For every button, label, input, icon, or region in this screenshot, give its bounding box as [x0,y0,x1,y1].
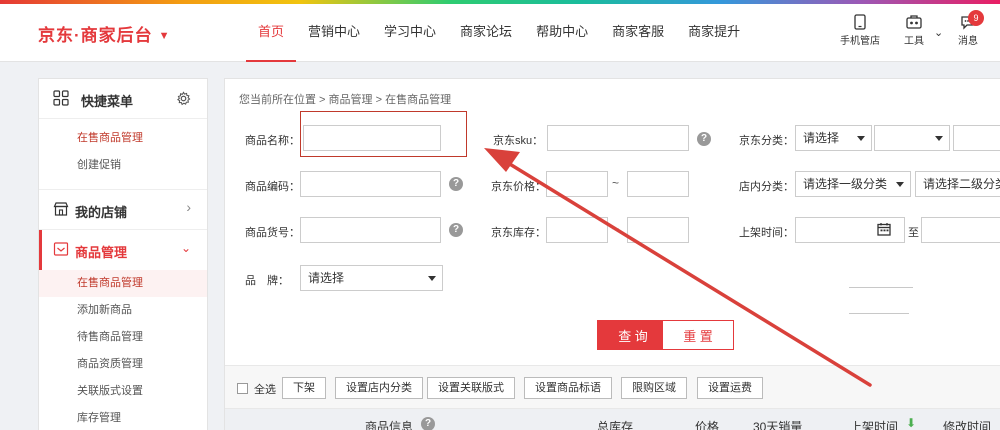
annotation-highlight-box [300,111,467,157]
set-freight-button[interactable]: 设置运费 [697,377,763,399]
jd-category-select-2[interactable] [874,125,950,151]
jd-sku-label: 京东sku： [493,135,544,147]
code-help-icon[interactable]: ? [449,177,463,191]
item-no-label: 商品货号： [245,227,300,239]
my-shop-menu[interactable]: 我的店铺 › [39,190,207,230]
breadcrumb: 您当前所在位置 > 商品管理 > 在售商品管理 [239,94,452,106]
jd-price-label: 京东价格： [491,181,546,193]
sidebar-item-layout[interactable]: 关联版式设置 [39,378,207,405]
caret-down-icon: ▼ [158,30,171,42]
jd-sku-input[interactable] [547,125,689,151]
table-header: 商品信息 ? 总库存 价格 30天销量 上架时间 ⬇ 修改时间 [225,409,1000,430]
nav-service[interactable]: 商家客服 [600,4,676,62]
shelf-time-label: 上架时间： [739,227,794,239]
set-slogan-button[interactable]: 设置商品标语 [524,377,612,399]
decorative-line [849,313,909,314]
stock-max-input[interactable] [627,217,689,243]
jd-category-select-3[interactable] [953,125,1000,151]
sidebar-item-on-sale[interactable]: 在售商品管理 [39,270,207,297]
th-price[interactable]: 价格 [695,418,719,430]
th-total-stock[interactable]: 总库存 [597,418,633,430]
set-shop-category-button[interactable]: 设置店内分类 [335,377,423,399]
message-count-badge: 9 [968,10,984,26]
goods-code-label: 商品编码： [245,181,300,193]
select-all-checkbox[interactable] [237,383,248,394]
sidebar-item-add-goods[interactable]: 添加新商品 [39,297,207,324]
goods-info-help-icon[interactable]: ? [421,417,435,430]
nav-help[interactable]: 帮助中心 [524,4,600,62]
main-panel: 您当前所在位置 > 商品管理 > 在售商品管理 商品名称： 京东sku： ? 京… [224,78,1000,430]
sidebar-item-qualification[interactable]: 商品资质管理 [39,351,207,378]
set-layout-button[interactable]: 设置关联版式 [427,377,515,399]
tools-chevron-down-icon[interactable]: ⌄ [934,26,943,39]
quick-link-promotion[interactable]: 创建促销 [39,152,207,179]
shop-category-select-2[interactable]: 请选择二级分类 [915,171,1000,197]
calendar-icon[interactable] [877,222,891,236]
jd-merchant-logo[interactable]: 京东·商家后台 ▼ [38,21,171,46]
nav-improve[interactable]: 商家提升 [676,4,752,62]
brand-label: 品 牌： [245,275,289,287]
stock-min-input[interactable] [546,217,608,243]
to-label: 至 [908,227,919,239]
price-min-input[interactable] [546,171,608,197]
sidebar-item-stock[interactable]: 库存管理 [39,405,207,430]
th-shelf-time[interactable]: 上架时间 [850,418,898,430]
top-bar: 京东·商家后台 ▼ 首页 营销中心 学习中心 商家论坛 帮助中心 商家客服 商家提… [0,4,1000,62]
th-goods-info: 商品信息 [365,420,414,430]
dropdown-arrow-icon [935,136,943,141]
dropdown-arrow-icon [428,276,436,281]
mobile-shop-tool[interactable]: 手机管店 [840,14,880,47]
shop-category-select-1[interactable]: 请选择一级分类 [795,171,911,197]
select-all-label: 全选 [254,384,276,396]
chevron-down-icon: ⌄ [180,241,191,255]
my-shop-label: 我的店铺 [75,205,128,220]
nav-marketing[interactable]: 营销中心 [296,4,372,62]
main-nav: 首页 营销中心 学习中心 商家论坛 帮助中心 商家客服 商家提升 [246,4,752,62]
gear-icon[interactable] [176,91,191,106]
quick-link-on-sale[interactable]: 在售商品管理 [39,125,207,152]
quick-menu-title: 快捷菜单 [81,94,134,109]
shop-category-label: 店内分类： [739,181,794,193]
jd-category-label: 京东分类： [739,135,794,147]
toolbox-icon [906,15,922,29]
phone-icon [854,14,866,30]
messages-tool[interactable]: 消息 9 [958,10,984,47]
goods-mgmt-menu[interactable]: 商品管理 ⌄ [39,230,207,270]
item-no-help-icon[interactable]: ? [449,223,463,237]
goods-icon [53,242,69,256]
price-range-separator: ~ [612,176,620,190]
jd-stock-label: 京东库存： [491,227,546,239]
nav-forum[interactable]: 商家论坛 [448,4,524,62]
goods-code-input[interactable] [300,171,441,197]
goods-name-label: 商品名称： [245,135,300,147]
sku-help-icon[interactable]: ? [697,132,711,146]
decorative-line [849,287,913,288]
sort-down-arrow-icon[interactable]: ⬇ [906,416,916,430]
quick-menu-header: 快捷菜单 [39,79,207,119]
goods-mgmt-label: 商品管理 [75,245,128,260]
dropdown-arrow-icon [857,136,865,141]
left-sidebar: 快捷菜单 在售商品管理 创建促销 我的店铺 › 商品管理 ⌄ 在售商品管理 添加… [38,78,208,430]
tools-menu[interactable]: 工具 [904,14,924,47]
th-modify-time[interactable]: 修改时间 [943,418,991,430]
brand-select[interactable]: 请选择 [300,265,443,291]
query-button[interactable]: 查 询 [597,320,669,350]
chevron-right-icon: › [186,199,191,215]
offshelf-button[interactable]: 下架 [282,377,326,399]
nav-learning[interactable]: 学习中心 [372,4,448,62]
reset-button[interactable]: 重 置 [662,320,734,350]
sidebar-item-pending-sale[interactable]: 待售商品管理 [39,324,207,351]
stock-range-separator: ~ [612,222,620,236]
th-sales-30d[interactable]: 30天销量 [753,418,802,430]
item-no-input[interactable] [300,217,441,243]
dropdown-arrow-icon [896,182,904,187]
shop-icon [53,202,69,216]
nav-home[interactable]: 首页 [246,4,297,62]
shelf-time-end-input[interactable] [921,217,1000,243]
purchase-limit-area-button[interactable]: 限购区域 [621,377,687,399]
price-max-input[interactable] [627,171,689,197]
jd-category-select-1[interactable]: 请选择 [795,125,872,151]
grid-icon [53,90,69,106]
batch-action-toolbar: 全选 下架 设置店内分类 设置关联版式 设置商品标语 限购区域 设置运费 [225,365,1000,409]
